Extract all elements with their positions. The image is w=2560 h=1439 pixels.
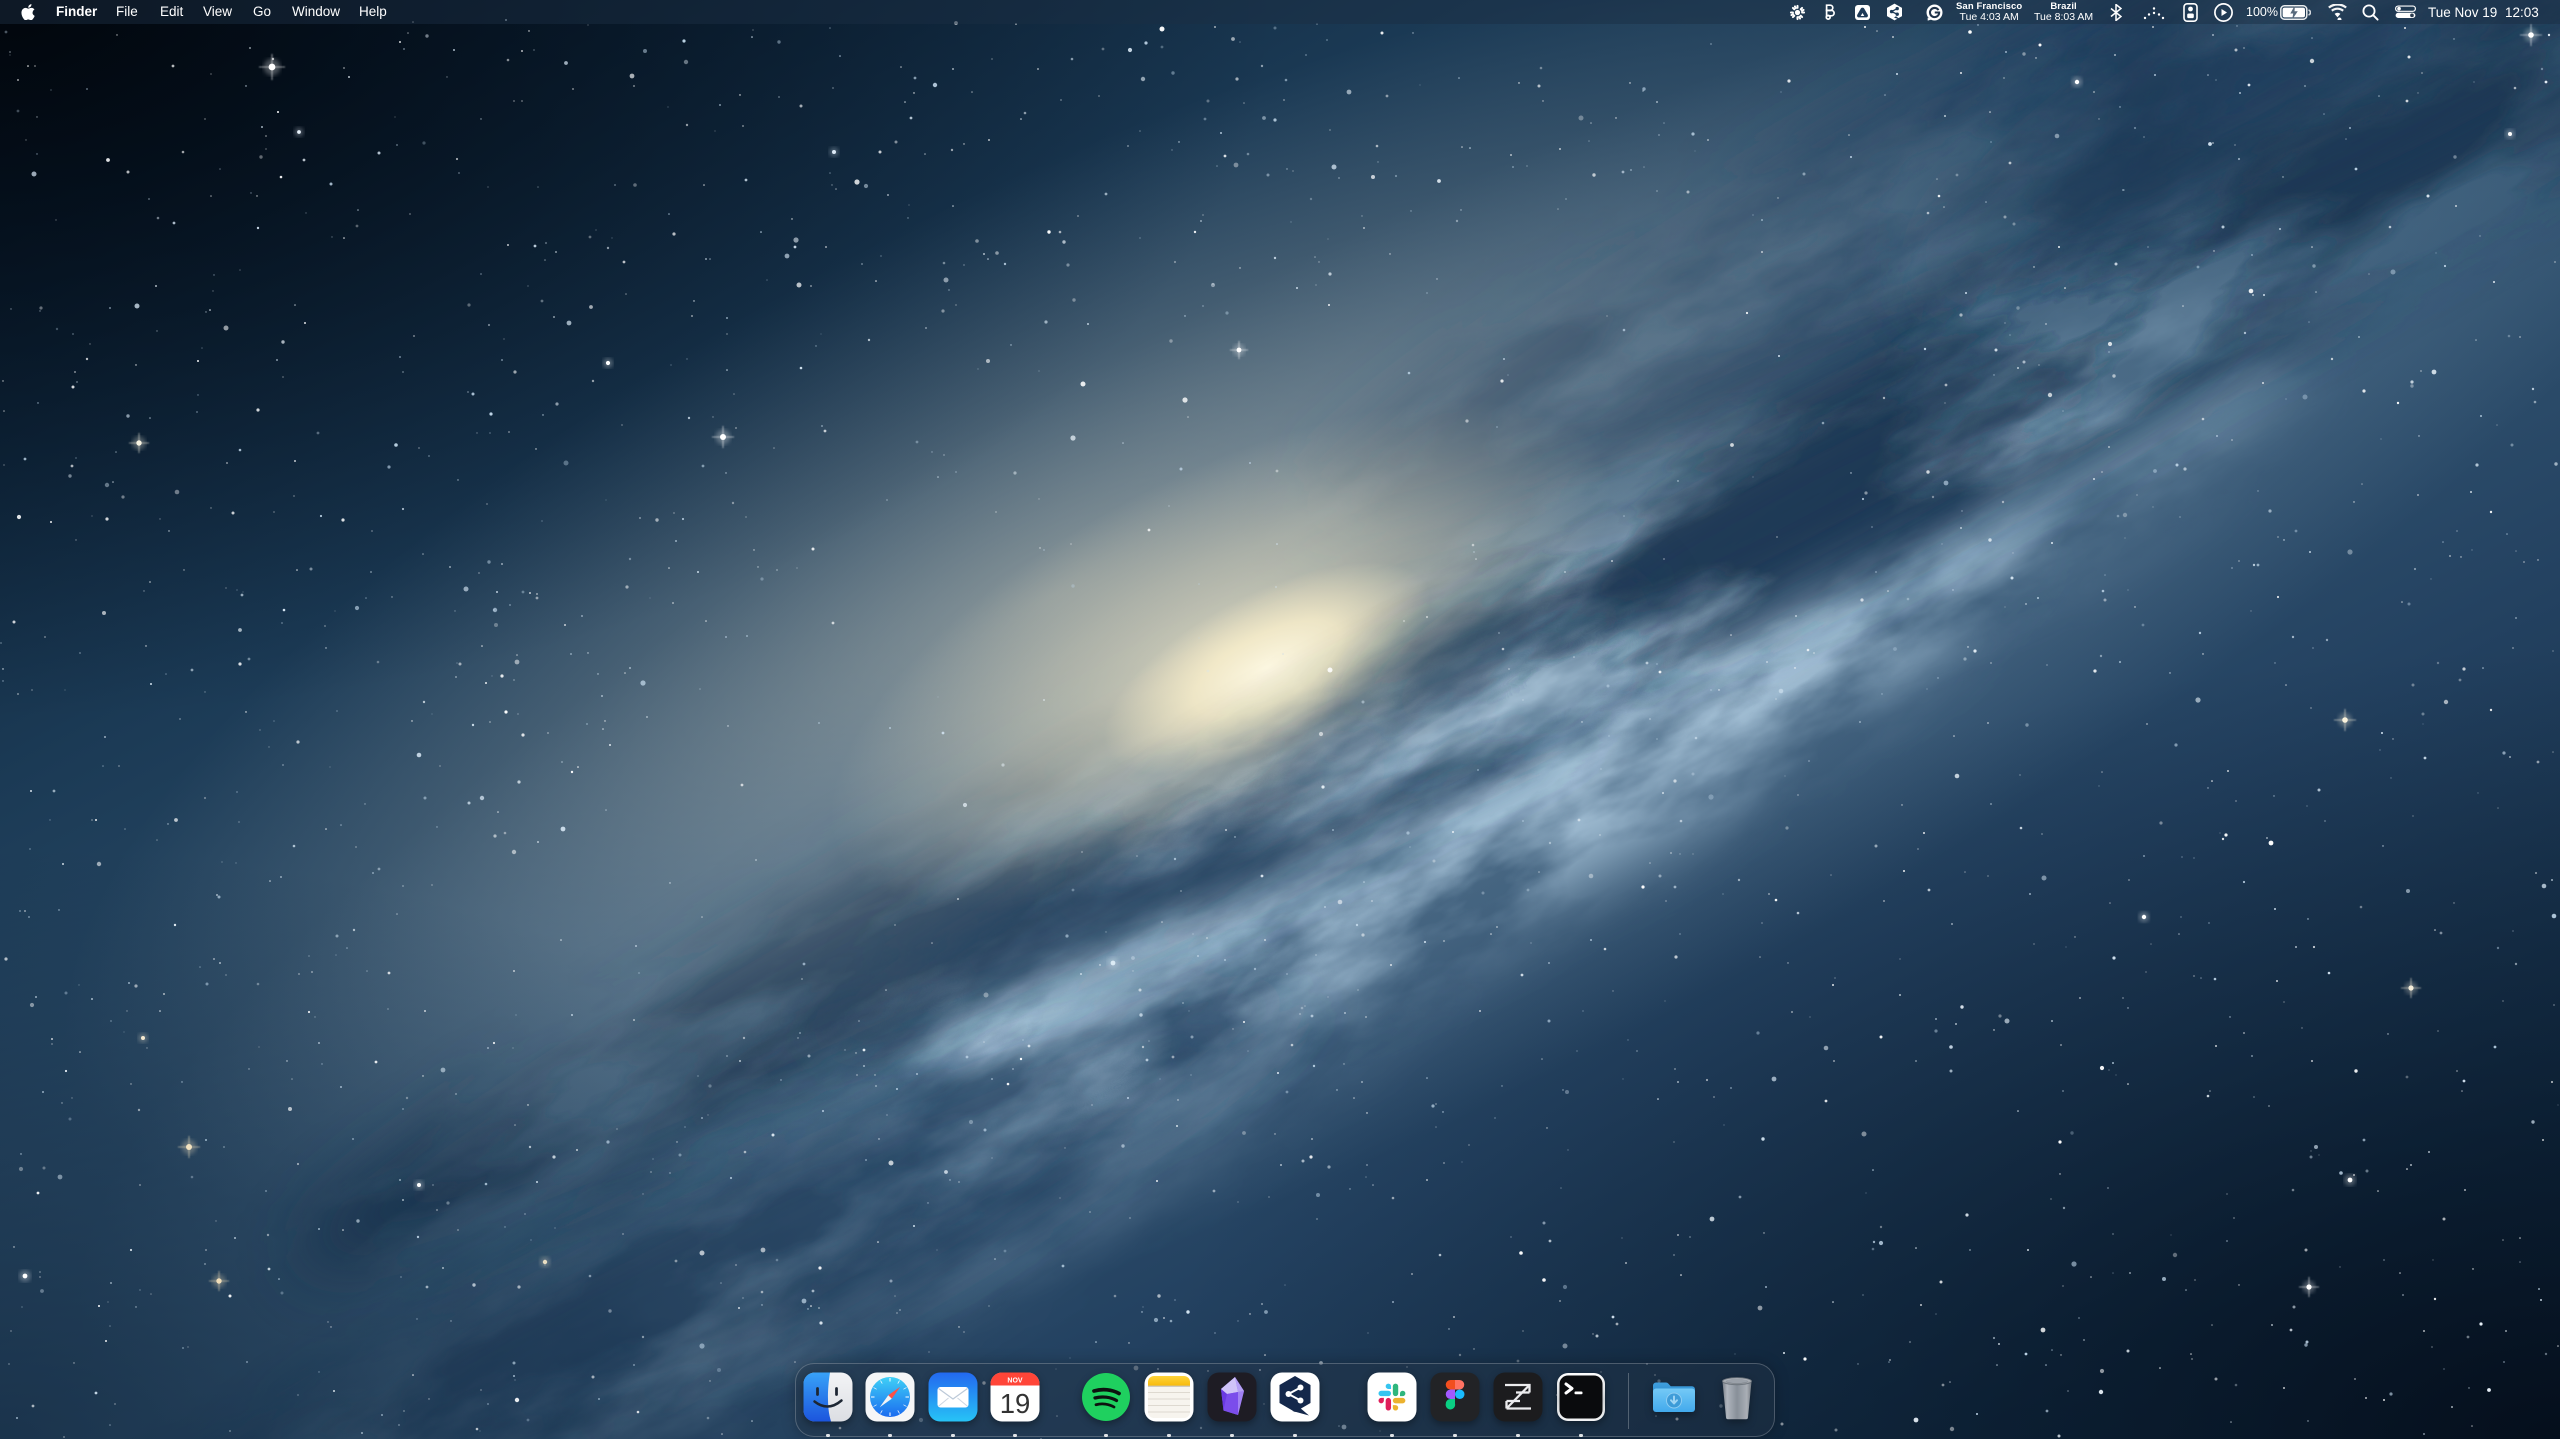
- svg-text:NOV: NOV: [1008, 1377, 1024, 1384]
- svg-text:19: 19: [1000, 1388, 1031, 1419]
